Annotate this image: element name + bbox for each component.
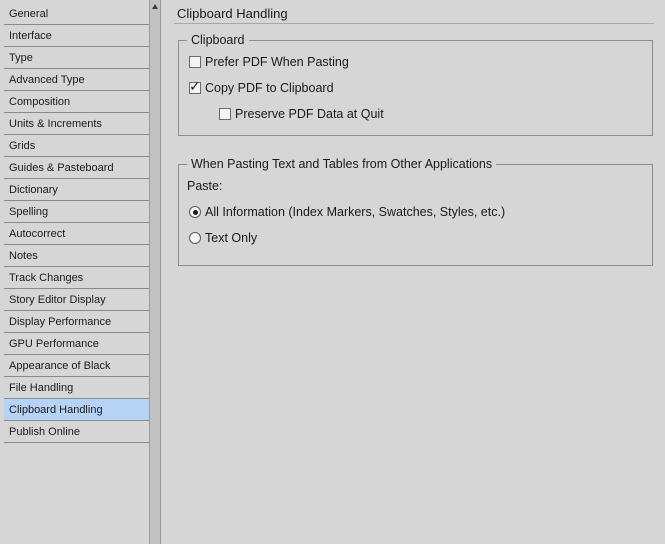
sidebar-item-label: Dictionary [9, 184, 58, 196]
sidebar-item-label: Story Editor Display [9, 294, 106, 306]
sidebar-item-spelling[interactable]: Spelling [4, 201, 150, 223]
clipboard-group-legend: Clipboard [187, 33, 249, 48]
sidebar-item-interface[interactable]: Interface [4, 25, 150, 47]
text-only-option[interactable]: Text Only [189, 230, 309, 246]
sidebar-item-label: File Handling [9, 382, 74, 394]
sidebar-item-label: Appearance of Black [9, 360, 111, 372]
text-only-radio[interactable] [189, 232, 201, 244]
sidebar-item-type[interactable]: Type [4, 47, 150, 69]
sidebar-item-label: Guides & Pasteboard [9, 162, 114, 174]
sidebar-item-label: Spelling [9, 206, 49, 218]
title-divider [174, 23, 654, 24]
sidebar-item-label: Interface [9, 30, 52, 42]
sidebar-list: General Interface Type Advanced Type Com… [4, 3, 150, 443]
preferences-sidebar: General Interface Type Advanced Type Com… [0, 0, 150, 544]
sidebar-item-units-increments[interactable]: Units & Increments [4, 113, 150, 135]
sidebar-item-story-editor-display[interactable]: Story Editor Display [4, 289, 150, 311]
sidebar-item-appearance-of-black[interactable]: Appearance of Black [4, 355, 150, 377]
prefer-pdf-label: Prefer PDF When Pasting [205, 55, 349, 69]
copy-pdf-option[interactable]: ✓ Copy PDF to Clipboard [189, 78, 389, 96]
sidebar-item-label: Grids [9, 140, 36, 152]
sidebar-item-label: Advanced Type [9, 74, 85, 86]
preserve-pdf-checkbox[interactable] [219, 108, 231, 120]
text-only-label: Text Only [205, 231, 258, 245]
sidebar-item-dictionary[interactable]: Dictionary [4, 179, 150, 201]
sidebar-item-display-performance[interactable]: Display Performance [4, 311, 150, 333]
copy-pdf-label: Copy PDF to Clipboard [205, 81, 334, 95]
prefer-pdf-option[interactable]: Prefer PDF When Pasting [189, 54, 389, 70]
sidebar-item-guides-pasteboard[interactable]: Guides & Pasteboard [4, 157, 150, 179]
sidebar-item-grids[interactable]: Grids [4, 135, 150, 157]
sidebar-item-label: Clipboard Handling [9, 404, 103, 416]
prefer-pdf-checkbox[interactable] [189, 56, 201, 68]
sidebar-item-label: Publish Online [9, 426, 80, 438]
sidebar-item-composition[interactable]: Composition [4, 91, 150, 113]
sidebar-item-clipboard-handling[interactable]: Clipboard Handling [4, 399, 150, 421]
sidebar-item-notes[interactable]: Notes [4, 245, 150, 267]
paste-label: Paste: [187, 179, 223, 193]
sidebar-item-label: Type [9, 52, 33, 64]
preserve-pdf-label: Preserve PDF Data at Quit [235, 107, 384, 121]
copy-pdf-checkbox[interactable]: ✓ [189, 78, 201, 94]
sidebar-item-label: Autocorrect [9, 228, 66, 240]
page-title: Clipboard Handling [177, 6, 288, 21]
pasting-group: When Pasting Text and Tables from Other … [178, 157, 653, 266]
radio-selected-dot [192, 209, 198, 215]
sidebar-item-general[interactable]: General [4, 3, 150, 25]
all-information-option[interactable]: All Information (Index Markers, Swatches… [189, 204, 529, 220]
all-information-label: All Information (Index Markers, Swatches… [205, 205, 506, 219]
sidebar-item-gpu-performance[interactable]: GPU Performance [4, 333, 150, 355]
sidebar-item-publish-online[interactable]: Publish Online [4, 421, 150, 443]
sidebar-item-track-changes[interactable]: Track Changes [4, 267, 150, 289]
sidebar-item-advanced-type[interactable]: Advanced Type [4, 69, 150, 91]
checkmark-icon: ✓ [189, 78, 201, 94]
sidebar-item-label: Units & Increments [9, 118, 102, 130]
sidebar-item-label: Display Performance [9, 316, 112, 328]
sidebar-item-label: Track Changes [9, 272, 84, 284]
all-information-radio[interactable] [189, 206, 201, 218]
preserve-pdf-option[interactable]: Preserve PDF Data at Quit [219, 106, 419, 122]
sidebar-scrollbar[interactable] [149, 0, 161, 544]
sidebar-item-autocorrect[interactable]: Autocorrect [4, 223, 150, 245]
sidebar-item-label: GPU Performance [9, 338, 99, 350]
sidebar-item-label: Composition [9, 96, 71, 108]
clipboard-group: Clipboard Prefer PDF When Pasting ✓ Copy… [178, 33, 653, 136]
pasting-group-legend: When Pasting Text and Tables from Other … [187, 157, 497, 172]
sidebar-item-file-handling[interactable]: File Handling [4, 377, 150, 399]
sidebar-item-label: General [9, 8, 49, 20]
scroll-up-arrow-icon[interactable] [152, 4, 158, 9]
sidebar-item-label: Notes [9, 250, 38, 262]
